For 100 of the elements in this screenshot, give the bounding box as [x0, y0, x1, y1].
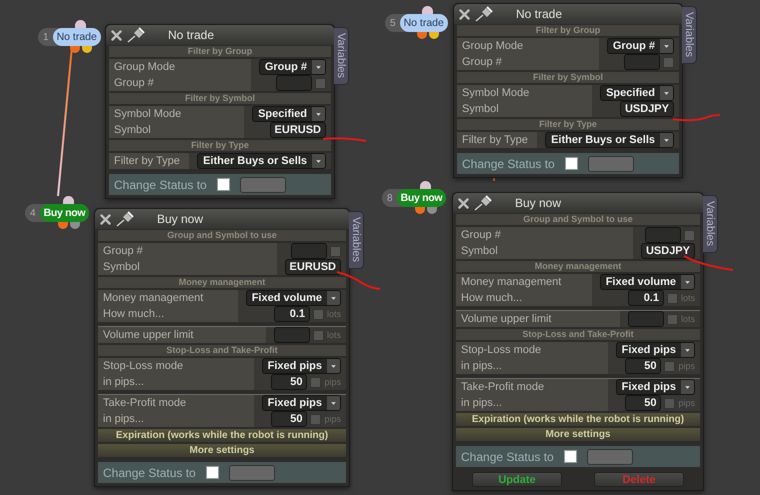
caret-icon[interactable]	[327, 291, 340, 305]
pin-icon[interactable]	[474, 195, 492, 211]
caret-icon[interactable]	[660, 39, 673, 53]
input-field[interactable]	[291, 243, 327, 259]
pin-icon[interactable]	[116, 211, 134, 227]
input-field[interactable]: 50	[625, 358, 662, 374]
section-header[interactable]: More settings	[456, 428, 700, 441]
variables-tab[interactable]: Variables	[682, 6, 697, 64]
section-header[interactable]: Expiration (works while the robot is running)	[456, 413, 700, 426]
checkbox[interactable]	[216, 178, 230, 191]
close-icon[interactable]	[100, 214, 111, 224]
panel-titlebar[interactable]: No trade	[106, 25, 334, 45]
variables-tab[interactable]: Variables	[349, 211, 364, 269]
input-field[interactable]: 50	[271, 411, 308, 427]
checkbox[interactable]	[206, 466, 219, 479]
dropdown[interactable]: Fixed volume	[600, 274, 695, 290]
node-label[interactable]: Buy now	[396, 189, 446, 207]
panel-titlebar[interactable]: No trade	[454, 4, 682, 24]
caret-icon[interactable]	[327, 396, 340, 410]
field-label: Filter by Type	[109, 153, 190, 169]
input-field[interactable]: 50	[271, 374, 308, 390]
status-label: Change Status to	[103, 466, 196, 480]
input-field[interactable]	[645, 227, 681, 243]
caret-icon[interactable]	[681, 380, 694, 394]
dropdown[interactable]: Fixed volume	[246, 290, 341, 306]
input-field[interactable]: 0.1	[274, 306, 310, 322]
input-field[interactable]: USDJPY	[640, 243, 695, 259]
pin-icon[interactable]	[475, 6, 493, 22]
input-field[interactable]: USDJPY	[620, 101, 674, 117]
input-field[interactable]	[274, 327, 310, 343]
caret-icon[interactable]	[660, 133, 673, 147]
dropdown[interactable]: Specified	[252, 106, 326, 122]
dropdown[interactable]: Either Buys or Sells	[545, 132, 674, 148]
caret-icon[interactable]	[312, 107, 325, 121]
caret-icon[interactable]	[327, 359, 340, 373]
input-field[interactable]: EURUSD	[284, 259, 341, 275]
node-number: 5	[389, 18, 397, 28]
field-label: Money management	[98, 290, 238, 306]
node-number: 4	[29, 208, 37, 218]
caret-icon[interactable]	[312, 154, 325, 168]
variables-tab[interactable]: Variables	[703, 195, 718, 253]
dropdown[interactable]: Fixed pips	[262, 395, 341, 411]
checkbox[interactable]	[310, 376, 322, 388]
caret-icon[interactable]	[660, 86, 673, 100]
caret-icon[interactable]	[681, 275, 694, 289]
checkbox[interactable]	[564, 450, 577, 463]
checkbox[interactable]	[312, 330, 324, 340]
input-field[interactable]: 50	[625, 395, 662, 411]
node-label[interactable]: Buy now	[40, 204, 90, 222]
close-icon[interactable]	[111, 30, 122, 40]
input-field[interactable]	[624, 54, 660, 70]
field-label: Group #	[456, 227, 633, 243]
node-chip[interactable]: 8 Buy now	[382, 189, 446, 207]
checkbox[interactable]	[310, 414, 322, 424]
panel-title: No trade	[516, 7, 562, 21]
caret-icon[interactable]	[681, 343, 694, 357]
status-field[interactable]	[586, 448, 633, 464]
field-label: Symbol	[457, 101, 592, 117]
checkbox[interactable]	[664, 398, 676, 408]
section-header[interactable]: Expiration (works while the robot is running)	[98, 429, 346, 442]
dropdown[interactable]: Fixed pips	[616, 342, 695, 358]
dropdown[interactable]: Specified	[600, 85, 674, 101]
checkbox[interactable]	[664, 360, 676, 372]
field-label: Filter by Type	[457, 132, 538, 148]
checkbox[interactable]	[312, 308, 324, 320]
dropdown[interactable]: Fixed pips	[616, 379, 695, 395]
checkbox[interactable]	[666, 292, 678, 304]
node-chip[interactable]: 1 No trade	[38, 28, 101, 46]
checkbox[interactable]	[666, 314, 678, 324]
status-field[interactable]	[588, 156, 634, 172]
input-field[interactable]: EURUSD	[270, 122, 326, 138]
dropdown[interactable]: Fixed pips	[262, 358, 341, 374]
input-field[interactable]	[276, 75, 312, 91]
close-icon[interactable]	[458, 198, 469, 208]
section-header: Filter by Group	[457, 25, 679, 36]
node-chip[interactable]: 5 No trade	[385, 14, 448, 32]
caret-icon[interactable]	[312, 60, 325, 74]
checkbox[interactable]	[684, 230, 695, 240]
checkbox[interactable]	[315, 78, 326, 88]
variables-tab[interactable]: Variables	[334, 27, 349, 85]
panel-titlebar[interactable]: Buy now	[453, 193, 703, 213]
input-field[interactable]: 0.1	[628, 290, 664, 306]
checkbox[interactable]	[663, 56, 674, 68]
checkbox[interactable]	[330, 246, 341, 256]
pin-icon[interactable]	[127, 27, 145, 43]
status-field[interactable]	[228, 464, 275, 480]
field-label: in pips...	[98, 374, 254, 390]
checkbox[interactable]	[564, 157, 578, 170]
node-label[interactable]: No trade	[52, 28, 101, 46]
status-field[interactable]	[240, 176, 286, 192]
node-chip[interactable]: 4 Buy now	[25, 204, 90, 222]
update-button[interactable]: Update	[472, 472, 562, 487]
section-header[interactable]: More settings	[98, 444, 346, 457]
dropdown[interactable]: Group #	[258, 59, 326, 75]
dropdown[interactable]: Either Buys or Sells	[197, 153, 326, 169]
node-label[interactable]: No trade	[400, 14, 448, 32]
input-field[interactable]	[628, 311, 664, 327]
close-icon[interactable]	[459, 8, 470, 20]
dropdown[interactable]: Group #	[606, 38, 674, 54]
panel-titlebar[interactable]: Buy now	[95, 209, 349, 229]
